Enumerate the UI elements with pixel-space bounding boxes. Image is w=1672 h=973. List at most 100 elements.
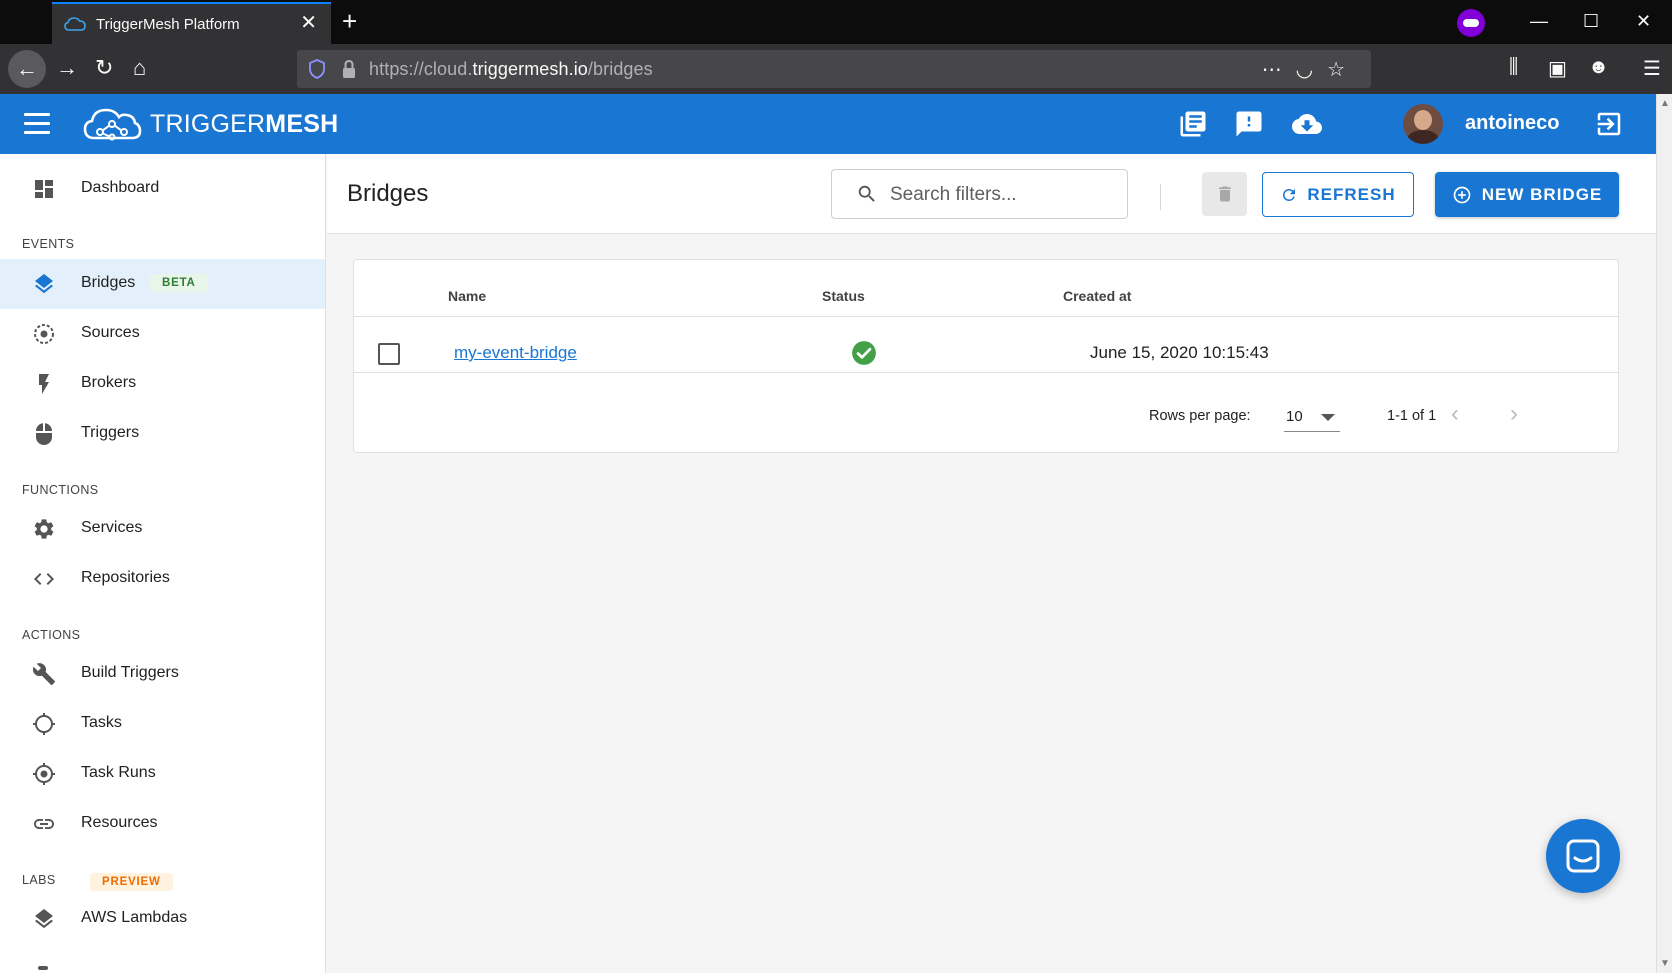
feedback-icon[interactable] [1234,109,1264,139]
tab-title: TriggerMesh Platform [96,15,240,33]
logout-icon[interactable] [1594,109,1624,139]
tracking-shield-icon[interactable] [309,59,325,79]
close-tab-icon[interactable]: ✕ [300,13,317,33]
sidebar-item-label: Resources [81,814,158,831]
url-bar[interactable]: https://cloud.triggermesh.io/bridges ⋯◡☆ [297,50,1371,88]
sidebar-item-sources[interactable]: Sources [0,309,325,359]
column-header-created[interactable]: Created at [1063,288,1131,304]
chat-button[interactable] [1546,819,1620,893]
sidebar-item-dashboard[interactable]: Dashboard [0,164,325,214]
library-icon[interactable]: ⫼ [1509,56,1518,79]
sidebar-item-bridges[interactable]: Bridges BETA [0,259,325,309]
triggermesh-favicon-icon [64,17,86,31]
account-avatar-icon[interactable]: ☻ [1588,56,1609,79]
reload-icon[interactable]: ↻ [95,54,113,82]
lightning-icon [39,374,49,394]
add-circle-icon [1453,186,1471,203]
refresh-label: REFRESH [1307,184,1396,204]
private-browsing-icon [1457,9,1485,37]
menu-icon[interactable]: ☰ [1643,56,1661,81]
wrench-icon [32,663,55,685]
sidebar-item-label: Services [81,519,143,536]
code-icon [34,573,54,585]
url-path: /bridges [587,59,653,79]
hamburger-menu-icon[interactable] [24,113,50,135]
lock-icon[interactable] [341,59,357,79]
previous-page-icon[interactable]: ‹ [1451,402,1459,426]
logo-text-bold: MESH [265,109,339,138]
username[interactable]: antoineco [1465,112,1559,135]
pagination-range: 1-1 of 1 [1387,408,1437,424]
new-tab-icon[interactable]: + [342,8,357,34]
column-header-name[interactable]: Name [448,288,486,304]
row-separator [354,372,1618,373]
sidebar-toggle-icon[interactable]: ▣ [1548,56,1567,81]
forward-icon[interactable]: → [56,54,78,82]
sidebar-item-services[interactable]: Services [0,504,325,554]
dashboard-icon [35,180,53,198]
sidebar-item-build-triggers[interactable]: Build Triggers [0,649,325,699]
header-separator [354,316,1618,317]
back-icon[interactable]: ← [8,50,46,88]
browser-tab[interactable]: TriggerMesh Platform ✕ [52,2,331,44]
cloud-download-icon[interactable] [1292,109,1322,139]
sidebar-item-brokers[interactable]: Brokers [0,359,325,409]
sources-icon [34,324,54,344]
cloud-logo-icon [83,108,142,141]
url-host: triggermesh.io [472,59,588,79]
sidebar-item-resources[interactable]: Resources [0,799,325,849]
bridge-name-link[interactable]: my-event-bridge [454,343,577,363]
main-content: Bridges REFRESH NEW BRIDGE [327,154,1656,973]
crosshair-icon [33,713,55,735]
close-window-icon[interactable]: ✕ [1636,12,1651,30]
minimize-window-icon[interactable]: — [1530,12,1548,30]
row-checkbox[interactable] [378,343,400,365]
browser-nav-bar: ← → ↻ ⌂ https://cloud.triggermesh.io/bri… [0,44,1672,94]
column-header-status[interactable]: Status [822,288,865,304]
sidebar-item-aws-lambdas[interactable]: AWS Lambdas [0,894,325,944]
url-prefix: https://cloud. [369,59,473,79]
created-at-cell: June 15, 2020 10:15:43 [1090,343,1269,362]
new-bridge-label: NEW BRIDGE [1481,184,1603,204]
app: TRIGGERMESH antoineco Dashboard EVENTS B… [0,94,1672,973]
triggermesh-logo[interactable]: TRIGGERMESH [82,104,338,144]
sidebar-item-label: Dashboard [81,179,160,196]
next-page-icon[interactable]: › [1510,402,1518,426]
page-actions-icon[interactable]: ⋯ [1262,59,1296,81]
rows-per-page-select[interactable]: 10 [1284,400,1340,432]
refresh-button[interactable]: REFRESH [1262,172,1414,217]
bridges-table: Name Status Created at my-event-bridge J… [353,259,1619,453]
preview-badge: PREVIEW [90,873,173,891]
chat-icon [1566,839,1600,873]
target-icon [33,763,55,785]
scroll-up-icon[interactable]: ▲ [1660,98,1670,109]
delete-button[interactable] [1202,172,1247,216]
sidebar-item-task-runs[interactable]: Task Runs [0,749,325,799]
section-label-labs: LABS PREVIEW [22,873,222,893]
home-icon[interactable]: ⌂ [133,54,146,82]
layers-icon [35,274,53,294]
sidebar: Dashboard EVENTS Bridges BETA Sources Br… [0,154,326,973]
documentation-icon[interactable] [1178,109,1208,139]
sidebar-item-tasks[interactable]: Tasks [0,699,325,749]
layers-icon [35,909,53,929]
scroll-down-icon[interactable]: ▼ [1660,958,1670,969]
sidebar-item-repositories[interactable]: Repositories [0,554,325,604]
search-box[interactable] [831,169,1128,219]
logo-text-light: TRIGGER [150,109,266,138]
sidebar-item-triggers[interactable]: Triggers [0,409,325,459]
gear-icon [34,519,54,539]
pocket-icon[interactable]: ◡ [1296,59,1327,81]
url-text: https://cloud.triggermesh.io/bridges [369,59,653,80]
user-avatar[interactable] [1403,104,1443,144]
mouse-icon [36,423,52,445]
new-bridge-button[interactable]: NEW BRIDGE [1435,172,1619,217]
search-input[interactable] [890,181,1110,209]
page-scrollbar[interactable]: ▲ ▼ [1656,94,1672,973]
browser-tab-bar: TriggerMesh Platform ✕ + — ☐ ✕ [0,0,1672,44]
link-icon [34,819,54,829]
maximize-window-icon[interactable]: ☐ [1583,12,1599,30]
bookmark-star-icon[interactable]: ☆ [1327,59,1359,81]
page-header: Bridges REFRESH NEW BRIDGE [327,154,1656,234]
app-top-bar: TRIGGERMESH antoineco [0,94,1656,154]
